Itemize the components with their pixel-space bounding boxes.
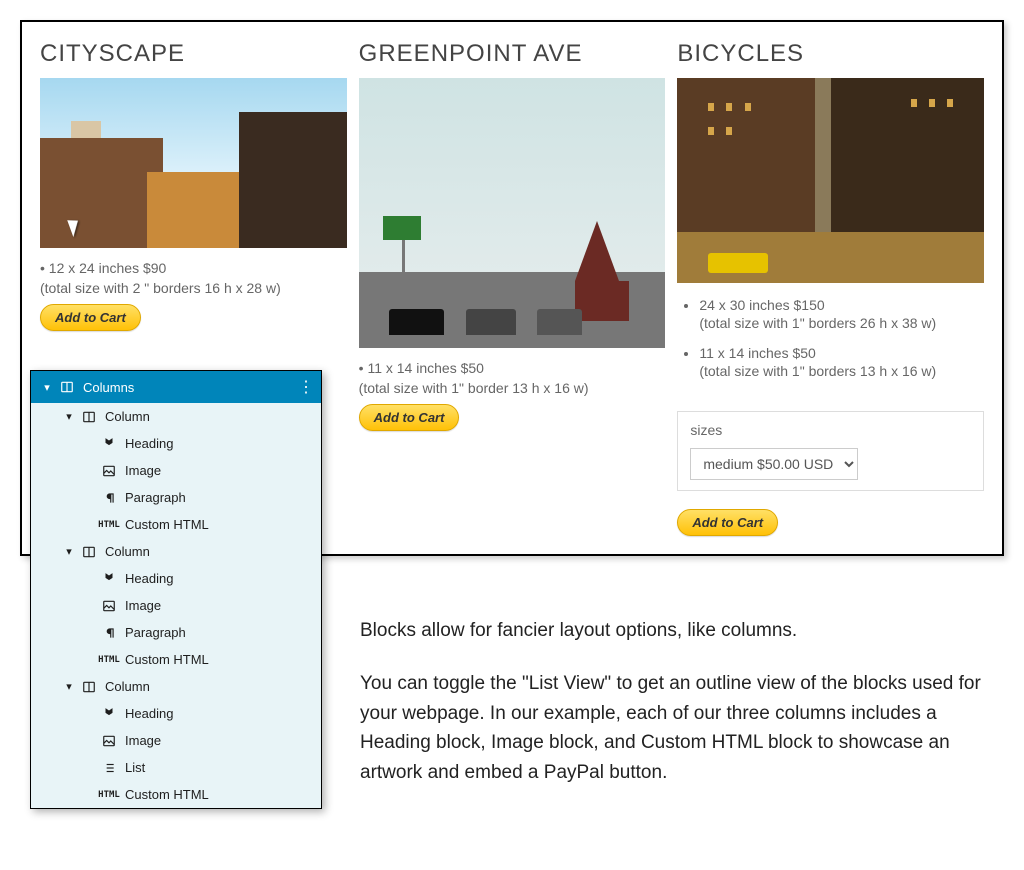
html-icon: HTML [101, 520, 117, 530]
listview-block-row[interactable]: List [31, 754, 321, 781]
listview-block-row[interactable]: Paragraph [31, 484, 321, 511]
html-icon: HTML [101, 655, 117, 665]
column-icon [81, 410, 97, 424]
listview-panel: ▾ Columns ⋮ ▾ Column Heading Image Paragraph… [30, 370, 322, 809]
list-icon [101, 761, 117, 775]
html-icon: HTML [101, 790, 117, 800]
listview-item-label: Column [105, 409, 150, 424]
bookmark-icon [101, 437, 117, 451]
size-line: 24 x 30 inches $150 [699, 297, 824, 313]
listview-block-row[interactable]: Heading [31, 430, 321, 457]
size-sub: (total size with 1" borders 26 h x 38 w) [699, 315, 984, 331]
product-image [677, 78, 984, 283]
chevron-down-icon: ▾ [61, 545, 77, 558]
product-sizes-list: 24 x 30 inches $150 (total size with 1" … [677, 297, 984, 393]
explanation-p1: Blocks allow for fancier layout options,… [360, 616, 1000, 645]
explanation-text: Blocks allow for fancier layout options,… [360, 616, 1000, 787]
column-icon [81, 545, 97, 559]
listview-block-row[interactable]: Heading [31, 700, 321, 727]
list-item: 11 x 14 inches $50 (total size with 1" b… [699, 345, 984, 379]
chevron-down-icon: ▾ [61, 680, 77, 693]
product-size-line: • 12 x 24 inches $90 [40, 260, 347, 276]
explanation-p2: You can toggle the "List View" to get an… [360, 669, 1000, 787]
product-image [359, 78, 666, 348]
image-icon [101, 599, 117, 613]
listview-block-row[interactable]: Image [31, 592, 321, 619]
pilcrow-icon [101, 626, 117, 640]
listview-item-label: Paragraph [125, 625, 186, 640]
listview-item-label: Heading [125, 571, 173, 586]
product-size-sub: (total size with 1" border 13 h x 16 w) [359, 380, 666, 396]
listview-block-row[interactable]: HTML Custom HTML [31, 781, 321, 808]
listview-block-row[interactable]: Image [31, 457, 321, 484]
listview-item-label: Heading [125, 706, 173, 721]
image-icon [101, 734, 117, 748]
size-line: 11 x 14 inches $50 [699, 345, 816, 361]
listview-header-label: Columns [83, 380, 134, 395]
product-title: GREENPOINT AVE [359, 40, 666, 68]
column-icon [81, 680, 97, 694]
product-size-sub: (total size with 2 " borders 16 h x 28 w… [40, 280, 347, 296]
bookmark-icon [101, 572, 117, 586]
add-to-cart-button[interactable]: Add to Cart [40, 304, 141, 331]
product-image [40, 78, 347, 248]
listview-item-label: Custom HTML [125, 652, 209, 667]
listview-block-row[interactable]: HTML Custom HTML [31, 646, 321, 673]
listview-header[interactable]: ▾ Columns ⋮ [31, 371, 321, 403]
product-title: CITYSCAPE [40, 40, 347, 68]
listview-item-label: Image [125, 463, 161, 478]
size-select[interactable]: medium $50.00 USD [690, 448, 858, 480]
add-to-cart-button[interactable]: Add to Cart [359, 404, 460, 431]
listview-item-label: List [125, 760, 145, 775]
listview-item-label: Image [125, 598, 161, 613]
listview-block-row[interactable]: Heading [31, 565, 321, 592]
chevron-down-icon: ▾ [39, 381, 55, 394]
columns-icon [59, 380, 75, 394]
product-col-greenpoint: GREENPOINT AVE • 11 x 14 inches $50 (tot… [359, 40, 666, 536]
listview-column-row[interactable]: ▾ Column [31, 403, 321, 430]
product-col-bicycles: BICYCLES 24 x 30 inches $150 (tot [677, 40, 984, 536]
pilcrow-icon [101, 491, 117, 505]
listview-item-label: Image [125, 733, 161, 748]
listview-item-label: Custom HTML [125, 517, 209, 532]
listview-column-row[interactable]: ▾ Column [31, 673, 321, 700]
listview-item-label: Paragraph [125, 490, 186, 505]
image-icon [101, 464, 117, 478]
list-item: 24 x 30 inches $150 (total size with 1" … [699, 297, 984, 331]
listview-item-label: Custom HTML [125, 787, 209, 802]
add-to-cart-button[interactable]: Add to Cart [677, 509, 778, 536]
listview-block-row[interactable]: Image [31, 727, 321, 754]
listview-item-label: Column [105, 679, 150, 694]
listview-column-row[interactable]: ▾ Column [31, 538, 321, 565]
listview-block-row[interactable]: Paragraph [31, 619, 321, 646]
chevron-down-icon: ▾ [61, 410, 77, 423]
sizes-label: sizes [690, 422, 722, 438]
listview-item-label: Heading [125, 436, 173, 451]
product-size-line: • 11 x 14 inches $50 [359, 360, 666, 376]
size-sub: (total size with 1" borders 13 h x 16 w) [699, 363, 984, 379]
listview-block-row[interactable]: HTML Custom HTML [31, 511, 321, 538]
more-icon[interactable]: ⋮ [298, 377, 313, 397]
bookmark-icon [101, 707, 117, 721]
sizes-box: sizes medium $50.00 USD [677, 411, 984, 491]
product-title: BICYCLES [677, 40, 984, 68]
listview-item-label: Column [105, 544, 150, 559]
